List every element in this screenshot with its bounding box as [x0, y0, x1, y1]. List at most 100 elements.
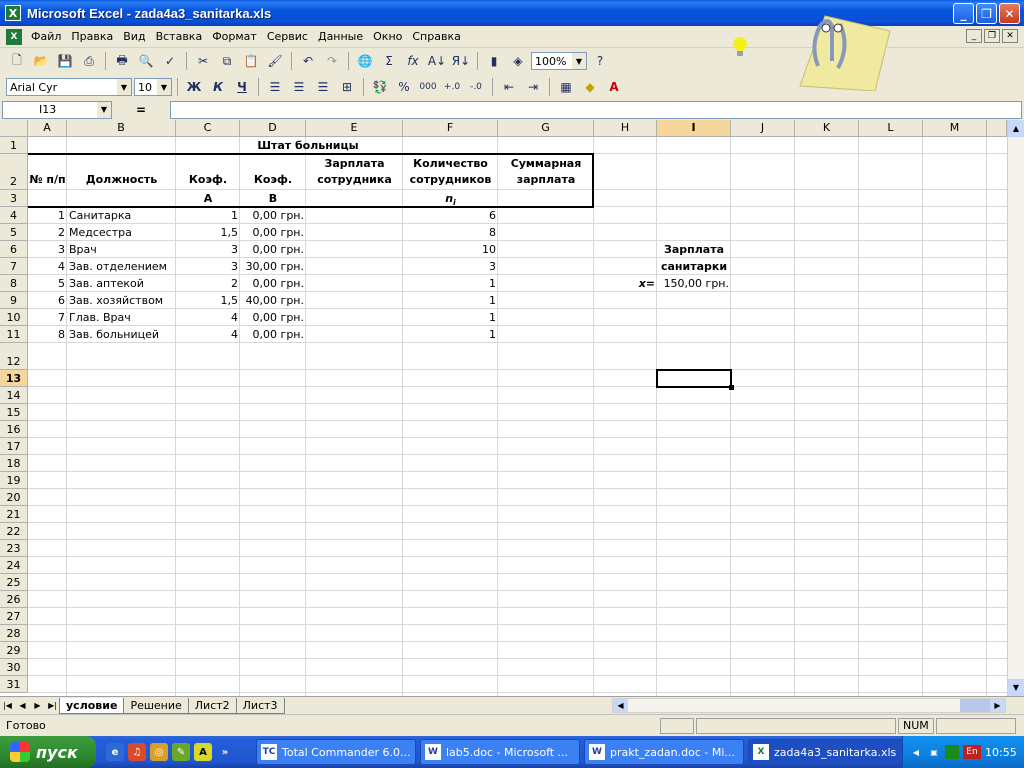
edit-icon[interactable]: ✎: [172, 743, 190, 761]
prev-sheet-icon[interactable]: ◀: [15, 698, 30, 713]
task-total-commander[interactable]: TC Total Commander 6.0...: [256, 739, 416, 765]
function-icon[interactable]: fx: [402, 50, 424, 72]
task-lab5-doc[interactable]: W lab5.doc - Microsoft ...: [420, 739, 580, 765]
first-sheet-icon[interactable]: |◀: [0, 698, 15, 713]
cell-a11[interactable]: 8: [28, 327, 67, 342]
permission-icon[interactable]: ⎙: [78, 50, 100, 72]
row-header-28[interactable]: 28: [0, 625, 28, 642]
font-size-combo[interactable]: 10 ▼: [134, 78, 172, 96]
thousands-button[interactable]: 000: [417, 76, 439, 98]
row-header-3[interactable]: 3: [0, 190, 28, 207]
network-icon[interactable]: ▣: [927, 745, 941, 759]
scroll-thumb[interactable]: [960, 699, 990, 712]
percent-button[interactable]: %: [393, 76, 415, 98]
currency-icon[interactable]: 💱: [369, 76, 391, 98]
cell-d9[interactable]: 40,00 грн.: [240, 293, 306, 308]
cell-c5[interactable]: 1,5: [176, 225, 240, 240]
app-icon[interactable]: ◎: [150, 743, 168, 761]
row-header-16[interactable]: 16: [0, 421, 28, 438]
col-header-l[interactable]: L: [859, 120, 923, 137]
row-header-13[interactable]: 13: [0, 370, 28, 387]
cell-c7[interactable]: 3: [176, 259, 240, 274]
row-header-26[interactable]: 26: [0, 591, 28, 608]
italic-button[interactable]: К: [207, 76, 229, 98]
col-header-j[interactable]: J: [731, 120, 795, 137]
col-header-c[interactable]: C: [176, 120, 240, 137]
cell-f7[interactable]: 3: [403, 259, 498, 274]
align-right-icon[interactable]: ☰: [312, 76, 334, 98]
fill-handle[interactable]: [729, 385, 734, 390]
cell-d10[interactable]: 0,00 грн.: [240, 310, 306, 325]
cell-i6-label[interactable]: Зарплата: [657, 242, 731, 257]
font-color-icon[interactable]: A: [603, 76, 625, 98]
cell-d5[interactable]: 0,00 грн.: [240, 225, 306, 240]
row-header-29[interactable]: 29: [0, 642, 28, 659]
row-header-11[interactable]: 11: [0, 326, 28, 343]
cell-b6[interactable]: Врач: [69, 242, 176, 257]
cell-b5[interactable]: Медсестра: [69, 225, 176, 240]
office-assistant-clippy[interactable]: [780, 6, 900, 91]
ie-icon[interactable]: e: [106, 743, 124, 761]
doc-restore-button[interactable]: ❐: [984, 29, 1000, 43]
cell-c6[interactable]: 3: [176, 242, 240, 257]
doc-close-button[interactable]: ✕: [1002, 29, 1018, 43]
chart-wizard-icon[interactable]: ▮: [483, 50, 505, 72]
vertical-scrollbar[interactable]: ▲ ▼: [1007, 120, 1024, 696]
formula-input[interactable]: [170, 101, 1022, 119]
chevron-down-icon[interactable]: ▼: [572, 53, 586, 69]
bold-button[interactable]: Ж: [183, 76, 205, 98]
more-icon[interactable]: »: [216, 743, 234, 761]
row-header-24[interactable]: 24: [0, 557, 28, 574]
cell-a8[interactable]: 5: [28, 276, 67, 291]
cell-b10[interactable]: Глав. Врач: [69, 310, 176, 325]
row-header-21[interactable]: 21: [0, 506, 28, 523]
cell-f9[interactable]: 1: [403, 293, 498, 308]
cell-b7[interactable]: Зав. отделением: [69, 259, 176, 274]
row-header-12[interactable]: 12: [0, 343, 28, 370]
row-header-25[interactable]: 25: [0, 574, 28, 591]
tab-list2[interactable]: Лист2: [187, 697, 237, 714]
col-header-a[interactable]: A: [28, 120, 67, 137]
restore-button[interactable]: ❐: [976, 3, 997, 24]
copy-icon[interactable]: ⧉: [216, 50, 238, 72]
cell-d7[interactable]: 30,00 грн.: [240, 259, 306, 274]
green-tray-icon[interactable]: [945, 745, 959, 759]
row-header-15[interactable]: 15: [0, 404, 28, 421]
cell-b9[interactable]: Зав. хозяйством: [69, 293, 176, 308]
font-combo[interactable]: Arial Cyr ▼: [6, 78, 132, 96]
cell-a4[interactable]: 1: [28, 208, 67, 223]
language-indicator[interactable]: En: [963, 745, 981, 759]
chevron-down-icon[interactable]: ▼: [117, 79, 131, 95]
tab-reshenie[interactable]: Решение: [123, 697, 189, 714]
col-header-e[interactable]: E: [306, 120, 403, 137]
start-button[interactable]: пуск: [0, 736, 96, 768]
row-header-14[interactable]: 14: [0, 387, 28, 404]
row-header-20[interactable]: 20: [0, 489, 28, 506]
task-excel-file[interactable]: X zada4a3_sanitarka.xls: [748, 739, 908, 765]
drawing-icon[interactable]: ◈: [507, 50, 529, 72]
chevron-down-icon[interactable]: ▼: [157, 79, 171, 95]
col-header-m[interactable]: M: [923, 120, 987, 137]
print-icon[interactable]: 🖶: [111, 50, 133, 72]
cell-f11[interactable]: 1: [403, 327, 498, 342]
cell-a10[interactable]: 7: [28, 310, 67, 325]
row-header-27[interactable]: 27: [0, 608, 28, 625]
row-header-30[interactable]: 30: [0, 659, 28, 676]
close-button[interactable]: ✕: [999, 3, 1020, 24]
save-icon[interactable]: 💾: [54, 50, 76, 72]
cell-f5[interactable]: 8: [403, 225, 498, 240]
format-painter-icon[interactable]: 🖌: [264, 50, 286, 72]
col-header-g[interactable]: G: [498, 120, 594, 137]
col-header-i[interactable]: I: [657, 120, 731, 137]
new-icon[interactable]: 🗋: [6, 50, 28, 72]
font-app-icon[interactable]: A: [194, 743, 212, 761]
cell-b8[interactable]: Зав. аптекой: [69, 276, 176, 291]
col-header-b[interactable]: B: [67, 120, 176, 137]
underline-button[interactable]: Ч: [231, 76, 253, 98]
row-header-17[interactable]: 17: [0, 438, 28, 455]
row-header-1[interactable]: 1: [0, 137, 28, 154]
selected-cell-i13[interactable]: [656, 369, 732, 388]
menu-file[interactable]: Файл: [26, 30, 66, 43]
open-icon[interactable]: 📂: [30, 50, 52, 72]
row-header-2[interactable]: 2: [0, 154, 28, 190]
